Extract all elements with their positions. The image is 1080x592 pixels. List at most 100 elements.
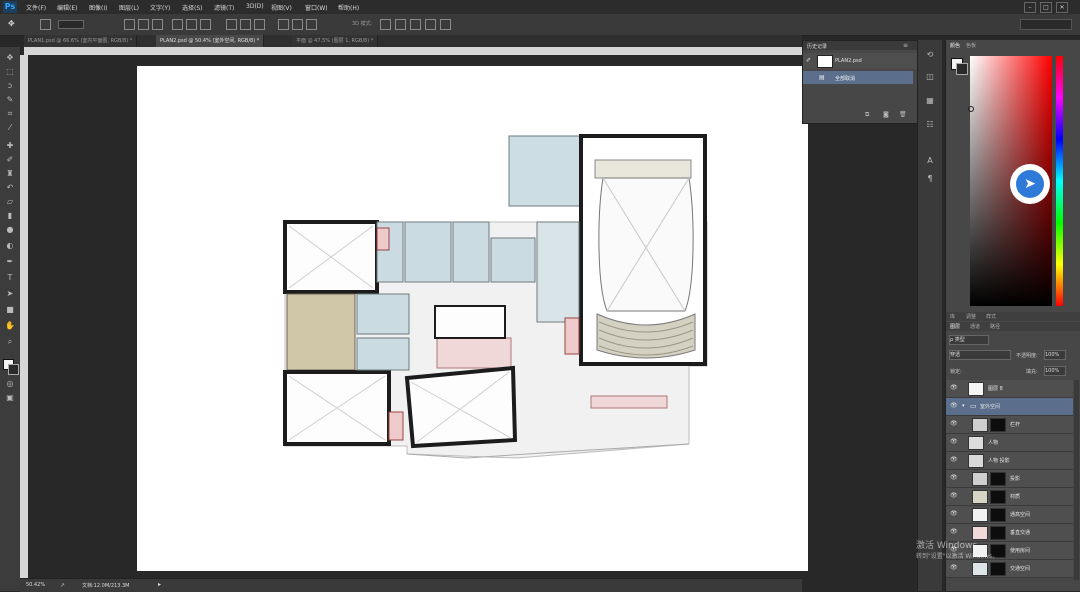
visibility-eye-icon[interactable]: 👁 — [950, 492, 958, 500]
layer-row[interactable]: 👁 交通空间 — [946, 560, 1073, 578]
layer-row[interactable]: 👁 ▾ ▭ 室外空间 — [946, 398, 1073, 416]
distribute-hcenter-icon[interactable] — [292, 19, 303, 30]
marquee-icon[interactable]: ⬚ — [5, 67, 15, 77]
brush-icon[interactable]: ✐ — [5, 155, 15, 165]
status-menu-arrow-icon[interactable]: ▸ — [158, 581, 161, 588]
distribute-vcenter-icon[interactable] — [240, 19, 251, 30]
hand-icon[interactable]: ✋ — [5, 321, 15, 331]
shape-icon[interactable]: ■ — [5, 305, 15, 315]
minimize-button[interactable]: – — [1024, 2, 1036, 13]
history-brush-icon[interactable]: ↶ — [5, 183, 15, 193]
properties-panel-icon[interactable]: ☷ — [925, 120, 935, 130]
visibility-eye-icon[interactable]: 👁 — [950, 456, 958, 464]
share-icon[interactable]: ↗ — [60, 582, 65, 589]
align-bottom-icon[interactable] — [152, 19, 163, 30]
dodge-icon[interactable]: ◐ — [5, 241, 15, 251]
distribute-right-icon[interactable] — [306, 19, 317, 30]
visibility-eye-icon[interactable]: 👁 — [950, 564, 958, 572]
menu-type[interactable]: 文字(Y) — [150, 3, 170, 12]
new-document-from-state-icon[interactable]: ⧉ — [865, 111, 869, 119]
panel-menu-icon[interactable]: ≡ — [903, 42, 908, 49]
tab-paths[interactable]: 路径 — [990, 323, 1000, 330]
quick-select-icon[interactable]: ✎ — [5, 95, 15, 105]
overlay-app-icon[interactable]: ➤ — [1010, 164, 1050, 204]
document-canvas[interactable] — [137, 66, 808, 571]
hue-slider[interactable] — [1056, 56, 1063, 306]
align-left-icon[interactable] — [172, 19, 183, 30]
stamp-icon[interactable]: ♜ — [5, 169, 15, 179]
align-top-icon[interactable] — [124, 19, 135, 30]
healing-icon[interactable]: ✚ — [5, 141, 15, 151]
new-snapshot-icon[interactable]: ◙ — [883, 111, 889, 118]
history-title[interactable]: 历史记录 — [807, 43, 827, 50]
eyedropper-icon[interactable]: ⁄ — [5, 123, 15, 133]
layer-row[interactable]: 👁 栏杆 — [946, 416, 1073, 434]
menu-view[interactable]: 视图(V) — [271, 3, 292, 12]
layer-list-scrollbar[interactable] — [1074, 380, 1079, 580]
visibility-eye-icon[interactable]: 👁 — [950, 402, 958, 410]
adjustments-panel-icon[interactable]: ▦ — [925, 96, 935, 106]
distribute-bottom-icon[interactable] — [254, 19, 265, 30]
history-brush-source-icon[interactable]: ✐ — [806, 57, 811, 64]
3d-rotate-icon[interactable] — [380, 19, 391, 30]
auto-select-dropdown[interactable] — [58, 20, 84, 29]
history-state-row[interactable]: ▤ 全部取消 — [803, 71, 913, 84]
align-vcenter-icon[interactable] — [138, 19, 149, 30]
menu-select[interactable]: 选择(S) — [182, 3, 203, 12]
close-button[interactable]: ✕ — [1056, 2, 1068, 13]
visibility-eye-icon[interactable]: 👁 — [950, 420, 958, 428]
panel-background-swatch[interactable] — [956, 63, 968, 75]
crop-icon[interactable]: ⌗ — [5, 109, 15, 119]
menu-layer[interactable]: 图层(L) — [119, 3, 139, 12]
background-color-swatch[interactable] — [8, 364, 19, 375]
tab-swatches[interactable]: 色板 — [966, 42, 976, 49]
3d-slide-icon[interactable] — [425, 19, 436, 30]
move-tool-icon[interactable]: ✥ — [8, 19, 15, 28]
screen-mode-icon[interactable]: ▣ — [5, 393, 15, 403]
quick-mask-icon[interactable]: ◎ — [5, 379, 15, 389]
3d-pan-icon[interactable] — [410, 19, 421, 30]
workspace-dropdown[interactable] — [1020, 19, 1072, 30]
tab-plan2[interactable]: PLAN2.psd @ 50.4% (室外空间, RGB/8) * — [156, 35, 265, 47]
visibility-eye-icon[interactable]: 👁 — [950, 438, 958, 446]
menu-3d[interactable]: 3D(D) — [246, 3, 264, 10]
distribute-top-icon[interactable] — [226, 19, 237, 30]
tab-plan[interactable]: 平面 @ 47.5% (图层 1, RGB/8) * — [292, 35, 379, 47]
menu-edit[interactable]: 编辑(E) — [57, 3, 77, 12]
tab-adjustments[interactable]: 调整 — [966, 313, 976, 320]
layer-row[interactable]: 👁 人物 投影 — [946, 452, 1073, 470]
character-panel-icon[interactable]: A — [925, 156, 935, 166]
blur-icon[interactable]: ● — [5, 225, 15, 235]
delete-state-icon[interactable]: 🗑 — [899, 111, 907, 118]
history-snapshot-row[interactable]: ✐ PLAN2.psd — [803, 53, 917, 69]
opacity-input[interactable]: 100% — [1044, 350, 1066, 360]
align-right-icon[interactable] — [200, 19, 211, 30]
layer-mask-thumbnail[interactable] — [990, 490, 1006, 504]
tab-color[interactable]: 颜色 — [950, 42, 960, 49]
lasso-icon[interactable]: ↄ — [5, 81, 15, 91]
visibility-eye-icon[interactable]: 👁 — [950, 510, 958, 518]
eraser-icon[interactable]: ▱ — [5, 197, 15, 207]
zoom-level[interactable]: 50.42% — [26, 582, 45, 588]
tab-plan1[interactable]: PLAN1.psd @ 66.6% (室内平面图, RGB/8) * — [24, 35, 138, 47]
color-picker-marker[interactable] — [968, 106, 974, 112]
paragraph-panel-icon[interactable]: ¶ — [925, 174, 935, 184]
distribute-left-icon[interactable] — [278, 19, 289, 30]
layer-mask-thumbnail[interactable] — [990, 526, 1006, 540]
3d-scale-icon[interactable] — [440, 19, 451, 30]
tab-channels[interactable]: 通道 — [970, 323, 980, 330]
visibility-eye-icon[interactable]: 👁 — [950, 474, 958, 482]
pen-icon[interactable]: ✒ — [5, 257, 15, 267]
menu-help[interactable]: 帮助(H) — [338, 3, 359, 12]
gradient-icon[interactable]: ▮ — [5, 211, 15, 221]
layer-row[interactable]: 👁 投影 — [946, 470, 1073, 488]
group-expand-icon[interactable]: ▾ — [962, 403, 965, 409]
path-select-icon[interactable]: ➤ — [5, 289, 15, 299]
layer-kind-filter[interactable]: ρ 类型 — [949, 335, 989, 345]
visibility-eye-icon[interactable]: 👁 — [950, 384, 958, 392]
menu-image[interactable]: 图像(I) — [89, 3, 107, 12]
maximize-button[interactable]: □ — [1040, 2, 1052, 13]
layer-mask-thumbnail[interactable] — [990, 562, 1006, 576]
layer-row[interactable]: 👁 材质 — [946, 488, 1073, 506]
layer-row[interactable]: 👁 图层 8 — [946, 380, 1073, 398]
